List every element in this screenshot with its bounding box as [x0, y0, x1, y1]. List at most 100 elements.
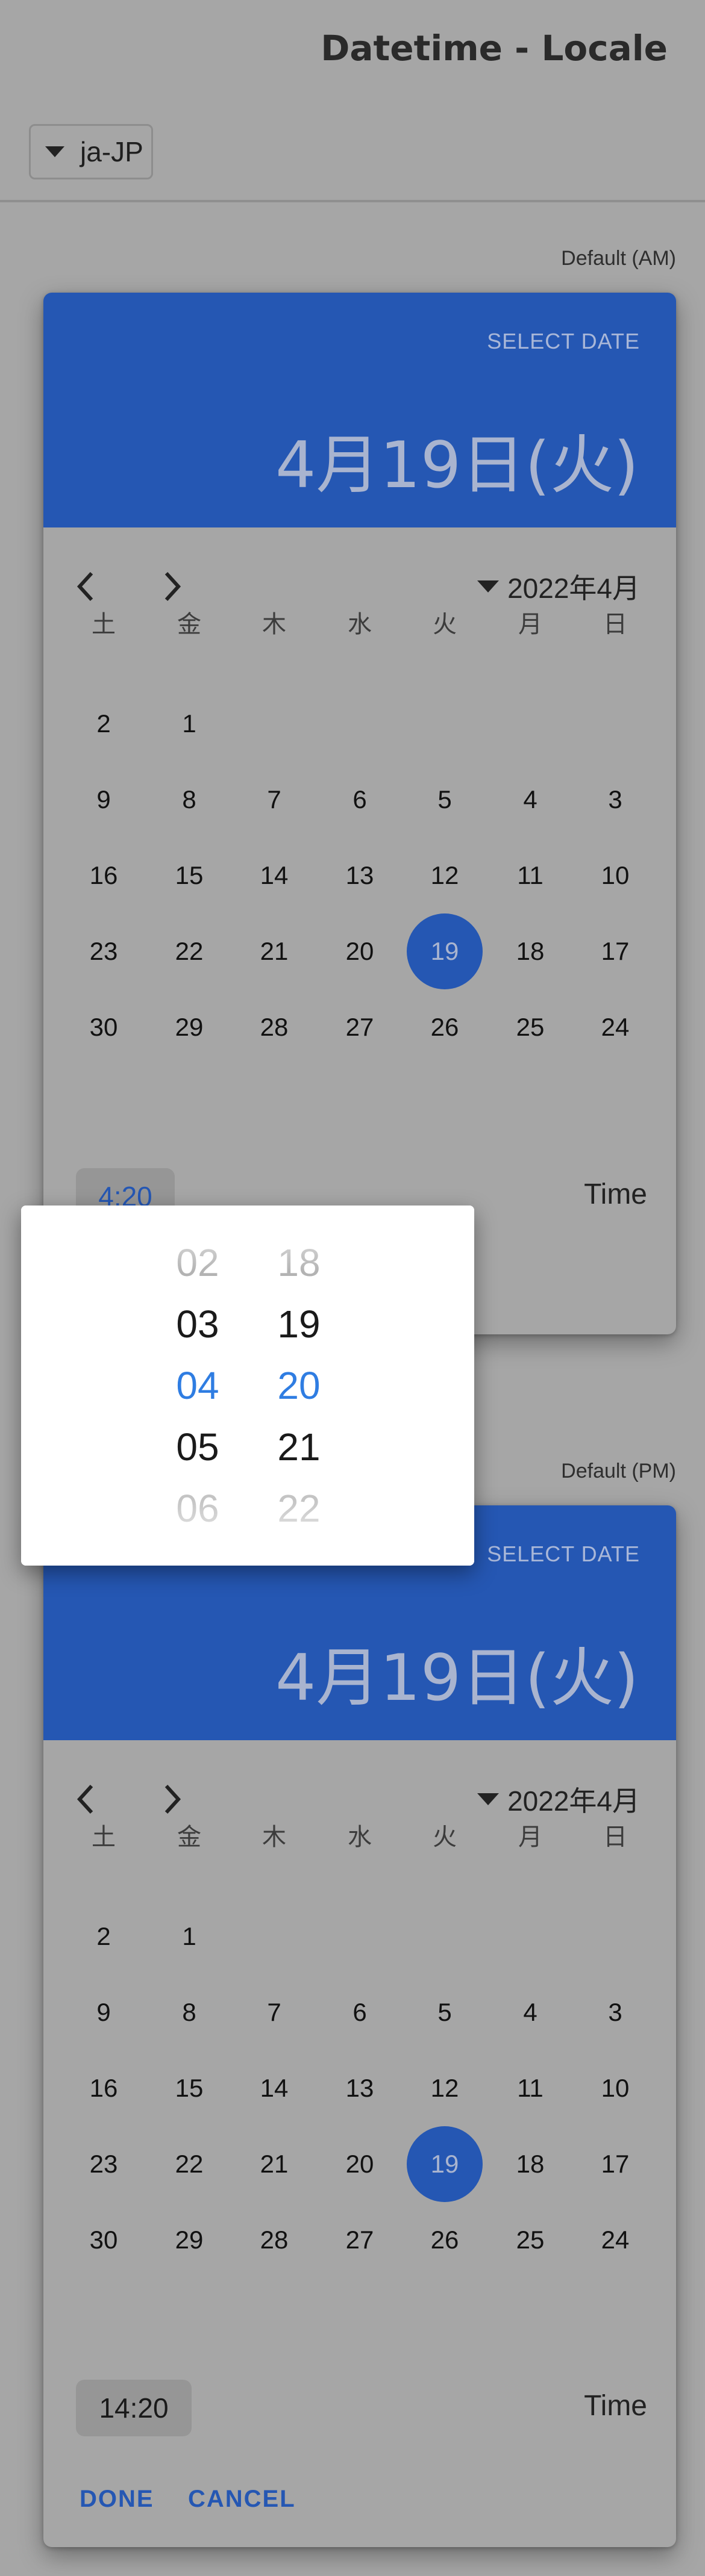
calendar-day[interactable]: 7	[236, 762, 312, 838]
calendar-day[interactable]: 3	[577, 762, 653, 838]
weekday-label: 火	[433, 1824, 457, 1850]
calendar-day[interactable]: 29	[151, 2202, 227, 2278]
weekday-label: 水	[348, 611, 372, 638]
previous-month-button[interactable]	[65, 565, 108, 608]
calendar-day[interactable]: 10	[577, 838, 653, 913]
calendar-day[interactable]: 18	[492, 913, 568, 989]
calendar-day[interactable]: 24	[577, 2202, 653, 2278]
calendar-day[interactable]: 9	[66, 762, 142, 838]
calendar-day[interactable]: 21	[236, 2126, 312, 2202]
wheel-option[interactable]: 22	[260, 1481, 338, 1535]
calendar-day[interactable]: 15	[151, 838, 227, 913]
weekday-label: 月	[518, 1824, 542, 1850]
done-button[interactable]: DONE	[80, 2486, 154, 2513]
time-value-button[interactable]: 14:20	[76, 2380, 192, 2436]
month-year-label: 2022年4月	[507, 1785, 640, 1817]
calendar-day[interactable]: 3	[577, 1974, 653, 2050]
calendar-day[interactable]: 12	[407, 2050, 483, 2126]
calendar-day[interactable]: 7	[236, 1974, 312, 2050]
calendar-day[interactable]: 6	[322, 762, 398, 838]
datetime-picker-am: SELECT DATE 4月19日(火) 2022年4月 土金木水火月日 219…	[43, 293, 676, 1334]
calendar-day[interactable]: 23	[66, 2126, 142, 2202]
hour-wheel[interactable]: 02 03 04 05 06	[158, 1206, 237, 1566]
calendar-day-selected[interactable]: 19	[407, 913, 483, 989]
calendar-day[interactable]: 16	[66, 2050, 142, 2126]
calendar-day[interactable]: 11	[492, 2050, 568, 2126]
previous-month-button[interactable]	[65, 1778, 108, 1821]
calendar-day[interactable]: 24	[577, 989, 653, 1065]
calendar-day[interactable]: 13	[322, 838, 398, 913]
cancel-button[interactable]: CANCEL	[188, 2486, 296, 2513]
month-year-select[interactable]: 2022年4月	[477, 1780, 640, 1818]
calendar-day[interactable]: 23	[66, 913, 142, 989]
calendar-day[interactable]: 28	[236, 989, 312, 1065]
calendar-day[interactable]: 21	[236, 913, 312, 989]
calendar-day[interactable]: 15	[151, 2050, 227, 2126]
calendar-day[interactable]: 4	[492, 762, 568, 838]
calendar-day[interactable]: 27	[322, 989, 398, 1065]
chevron-left-icon	[77, 571, 93, 602]
weekday-label: 金	[177, 1824, 201, 1850]
calendar-day[interactable]: 27	[322, 2202, 398, 2278]
wheel-option-selected[interactable]: 04	[158, 1358, 237, 1413]
calendar-day[interactable]: 22	[151, 2126, 227, 2202]
calendar-day[interactable]: 12	[407, 838, 483, 913]
calendar-day[interactable]: 8	[151, 762, 227, 838]
wheel-option[interactable]: 18	[260, 1236, 338, 1290]
wheel-option[interactable]: 21	[260, 1420, 338, 1474]
calendar-day[interactable]: 1	[151, 686, 227, 762]
calendar-day[interactable]: 25	[492, 989, 568, 1065]
calendar-day[interactable]: 5	[407, 1974, 483, 2050]
weekday-label: 土	[92, 1824, 116, 1850]
calendar-day[interactable]: 17	[577, 2126, 653, 2202]
calendar-day[interactable]: 30	[66, 2202, 142, 2278]
wheel-option[interactable]: 02	[158, 1236, 237, 1290]
calendar-day[interactable]: 2	[66, 1899, 142, 1974]
time-label: Time	[584, 1178, 647, 1210]
calendar-day[interactable]: 30	[66, 989, 142, 1065]
calendar-day[interactable]: 22	[151, 913, 227, 989]
wheel-fade-bottom	[21, 1499, 474, 1566]
calendar-day[interactable]: 8	[151, 1974, 227, 2050]
weekday-label: 水	[348, 1824, 372, 1850]
calendar-day[interactable]: 29	[151, 989, 227, 1065]
wheel-option[interactable]: 06	[158, 1481, 237, 1535]
calendar-day[interactable]: 14	[236, 2050, 312, 2126]
calendar-day[interactable]: 14	[236, 838, 312, 913]
chevron-left-icon	[77, 1784, 93, 1814]
calendar-day[interactable]: 4	[492, 1974, 568, 2050]
calendar-day[interactable]: 1	[151, 1899, 227, 1974]
calendar-day[interactable]: 2	[66, 686, 142, 762]
locale-select[interactable]: ja-JP	[29, 124, 153, 179]
next-month-button[interactable]	[149, 1778, 193, 1821]
minute-wheel[interactable]: 18 19 20 21 22	[260, 1206, 338, 1566]
wheel-option[interactable]: 03	[158, 1297, 237, 1351]
calendar-day[interactable]: 10	[577, 2050, 653, 2126]
calendar-day-selected[interactable]: 19	[407, 2126, 483, 2202]
chevron-right-icon	[164, 1784, 181, 1814]
calendar-day[interactable]: 13	[322, 2050, 398, 2126]
wheel-option[interactable]: 05	[158, 1420, 237, 1474]
calendar-day[interactable]: 28	[236, 2202, 312, 2278]
wheel-option[interactable]: 19	[260, 1297, 338, 1351]
wheel-option-selected[interactable]: 20	[260, 1358, 338, 1413]
calendar-day[interactable]: 20	[322, 2126, 398, 2202]
calendar-day[interactable]: 9	[66, 1974, 142, 2050]
calendar-day[interactable]: 26	[407, 2202, 483, 2278]
weekday-label: 木	[262, 1824, 286, 1850]
wheel-fade-top	[21, 1206, 474, 1272]
calendar-day[interactable]: 11	[492, 838, 568, 913]
calendar-day[interactable]: 25	[492, 2202, 568, 2278]
time-wheel-picker: 02 03 04 05 06 18 19 20 21 22	[21, 1206, 474, 1566]
calendar-day[interactable]: 18	[492, 2126, 568, 2202]
calendar-day[interactable]: 26	[407, 989, 483, 1065]
month-year-select[interactable]: 2022年4月	[477, 567, 640, 606]
weekday-label: 日	[603, 611, 627, 638]
weekday-label: 金	[177, 611, 201, 638]
calendar-day[interactable]: 17	[577, 913, 653, 989]
calendar-day[interactable]: 5	[407, 762, 483, 838]
calendar-day[interactable]: 6	[322, 1974, 398, 2050]
next-month-button[interactable]	[149, 565, 193, 608]
calendar-day[interactable]: 16	[66, 838, 142, 913]
calendar-day[interactable]: 20	[322, 913, 398, 989]
